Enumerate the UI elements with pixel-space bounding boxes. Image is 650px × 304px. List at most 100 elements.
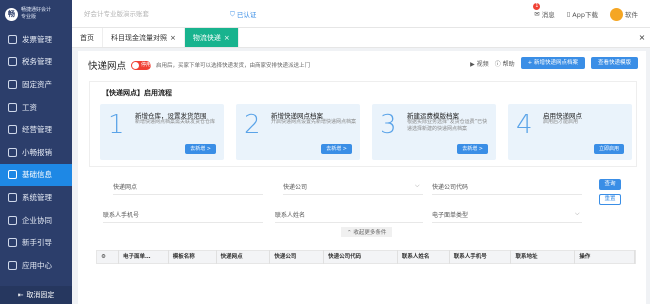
waybill-type-filter-label: 电子面单类型 xyxy=(432,212,469,219)
user-menu[interactable]: 软件 xyxy=(610,7,638,21)
sidebar-item[interactable]: 应用中心 xyxy=(0,254,72,277)
tab-home[interactable]: 首页 xyxy=(72,28,103,47)
company-code-filter-input[interactable] xyxy=(432,194,582,195)
sidebar-item-label: 新手引导 xyxy=(22,238,52,248)
sidebar-item[interactable]: 企业协同 xyxy=(0,209,72,232)
enable-toggle[interactable]: 停用 xyxy=(131,60,152,70)
step-number: 2 xyxy=(244,110,261,140)
view-template-button[interactable]: 查看快递模版 xyxy=(590,57,638,69)
flow-title: 【快递网点】启用流程 xyxy=(102,89,172,97)
brand-name: 畅捷通好会计 xyxy=(21,7,52,13)
flow-step: 2 新增快递网点档案 开启快递网点设置先新增快递网点档案 去新增 > xyxy=(236,104,360,160)
messages-button[interactable]: 1 ✉ 消息 xyxy=(533,3,555,19)
flow-step: 3 新建运费模版档案 根据实际业务选择“发货仓运费”已快递选择新建的快递网点档案 去新… xyxy=(372,104,496,160)
sidebar-item[interactable]: 基础信息 xyxy=(0,163,72,187)
step-description: 根据实际业务选择“发货仓运费”已快递选择新建的快递网点档案 xyxy=(407,119,488,132)
user-name: 软件 xyxy=(625,11,638,19)
tax-icon xyxy=(8,57,17,67)
help-label: 帮助 xyxy=(502,60,515,68)
collapse-filters-button[interactable]: ⌃ 收起更多条件 xyxy=(341,227,393,237)
chevron-down-icon: ⌵ xyxy=(575,210,580,217)
sidebar-item[interactable]: 经营管理 xyxy=(0,118,72,141)
help-link[interactable]: ⓘ 帮助 xyxy=(495,59,515,68)
table-column-header: 联系人手机号 xyxy=(450,250,512,264)
sidebar-nav: 发票管理税务管理固定资产工资经营管理 小畅报销 基础信息系统管理企业协同新手引导应用… xyxy=(0,28,72,277)
account-switcher[interactable]: 好会计专业版演示账套 xyxy=(84,7,184,21)
reimburse-icon xyxy=(8,147,17,157)
waybill-type-filter-select[interactable] xyxy=(432,222,582,223)
sidebar-item-label: 系统管理 xyxy=(22,192,52,202)
top-bar: 好会计专业版演示账套 ⛉ 已认证 1 ✉ 消息 ▯ App下载 软件 xyxy=(72,0,650,28)
close-icon[interactable]: × xyxy=(224,34,230,42)
sidebar-item[interactable]: 系统管理 xyxy=(0,186,72,209)
collapse-label: 收起更多条件 xyxy=(353,230,387,236)
sidebar-item-label: 工资 xyxy=(22,102,37,112)
sidebar-item[interactable]: 小畅报销 xyxy=(0,141,72,164)
contact-phone-filter-input[interactable] xyxy=(103,222,263,223)
tab-cashflow-mapping[interactable]: 科目现金流量对照 × xyxy=(103,28,185,47)
video-link[interactable]: ▶ 视频 xyxy=(470,59,489,68)
step-number: 4 xyxy=(516,110,533,140)
tab-label: 物流快递 xyxy=(192,33,221,42)
site-filter-label: 快递网点 xyxy=(113,184,138,191)
toggle-label: 停用 xyxy=(141,61,152,68)
step-action-button[interactable]: 去新增 > xyxy=(185,144,216,154)
close-icon[interactable]: × xyxy=(170,34,176,42)
company-code-filter-label: 快递公司代码 xyxy=(432,184,469,191)
app-download-button[interactable]: ▯ App下载 xyxy=(567,9,598,19)
table-column-header: 联系地址 xyxy=(511,250,576,264)
sidebar-item[interactable]: 固定资产 xyxy=(0,73,72,96)
filter-panel: 快递网点 快递公司 ⌵ 快递公司代码 联系人手机号 联系人姓名 电子面单类型 ⌵… xyxy=(89,176,637,237)
sidebar-item[interactable]: 发票管理 xyxy=(0,28,72,51)
close-all-tabs-icon[interactable]: × xyxy=(634,28,650,47)
guide-icon xyxy=(8,238,17,248)
sidebar-item-label: 发票管理 xyxy=(22,34,52,44)
company-filter-label: 快递公司 xyxy=(283,184,308,191)
tab-bar: 首页 科目现金流量对照 × 物流快递 × × xyxy=(72,28,650,48)
shield-icon: ⛉ xyxy=(230,9,235,18)
salary-icon xyxy=(8,102,17,112)
flow-step: 1 新增仓库，设置发货范围 新增快递网点档案需关联发货仓仓库 去新增 > xyxy=(100,104,224,160)
table-column-header: 联系人姓名 xyxy=(398,250,450,264)
avatar xyxy=(610,7,623,21)
message-icon: ✉ xyxy=(534,10,540,18)
video-label: 视频 xyxy=(476,60,489,68)
tab-label: 首页 xyxy=(80,33,94,42)
contact-name-filter-label: 联系人姓名 xyxy=(275,212,306,219)
brand-edition: 专业版 xyxy=(21,14,37,20)
tab-label: 科目现金流量对照 xyxy=(111,33,167,42)
step-description: 新增快递网点档案需关联发货仓仓库 xyxy=(135,119,216,125)
company-filter-select[interactable] xyxy=(283,194,423,195)
unpin-sidebar-button[interactable]: ⇤ 取消固定 xyxy=(0,286,72,304)
sidebar: 畅 畅捷通好会计 专业版 发票管理 税务管理 固定资产 工资 经营管理 小畅报销 基础信息系… xyxy=(0,0,72,304)
info-icon xyxy=(8,170,17,180)
contact-name-filter-input[interactable] xyxy=(275,222,423,223)
site-filter-input[interactable] xyxy=(113,194,263,195)
unpin-label: 取消固定 xyxy=(26,291,55,299)
table-column-header: 快递公司 xyxy=(270,250,325,264)
sidebar-item[interactable]: 税务管理 xyxy=(0,51,72,74)
system-icon xyxy=(8,192,17,202)
search-button[interactable]: 查询 xyxy=(599,179,621,190)
app-icon xyxy=(8,260,17,270)
flow-step: 4 启用快递网点 启用后才能启用 立即启用 xyxy=(508,104,632,160)
phone-icon: ▯ xyxy=(566,10,571,18)
auth-badge[interactable]: ⛉ 已认证 xyxy=(230,9,257,20)
step-action-button[interactable]: 去新增 > xyxy=(321,144,352,154)
table-column-header: 电子面单… xyxy=(119,250,169,264)
sidebar-item-label: 固定资产 xyxy=(22,79,52,89)
invoice-icon xyxy=(8,34,17,44)
main-content: 快递网点 停用 启用后，买家下单可以选择快递发货，由商家安排快递派送上门 ▶ 视… xyxy=(78,51,646,304)
reset-button[interactable]: 重置 xyxy=(599,194,621,205)
sidebar-item[interactable]: 工资 xyxy=(0,96,72,119)
table-column-header: 模板名称 xyxy=(169,250,217,264)
setup-flow-panel: 【快递网点】启用流程 1 新增仓库，设置发货范围 新增快递网点档案需关联发货仓仓库去… xyxy=(89,81,637,167)
step-action-button[interactable]: 去新增 > xyxy=(457,144,488,154)
add-site-button[interactable]: + 新增快递网点档案 xyxy=(520,57,585,69)
sidebar-item[interactable]: 新手引导 xyxy=(0,231,72,254)
tab-logistics[interactable]: 物流快递 × xyxy=(184,28,239,47)
sidebar-item-label: 应用中心 xyxy=(22,260,52,270)
column-settings-icon[interactable]: ⚙ xyxy=(97,250,119,264)
auth-label: 已认证 xyxy=(236,11,257,19)
step-action-button[interactable]: 立即启用 xyxy=(593,144,624,154)
